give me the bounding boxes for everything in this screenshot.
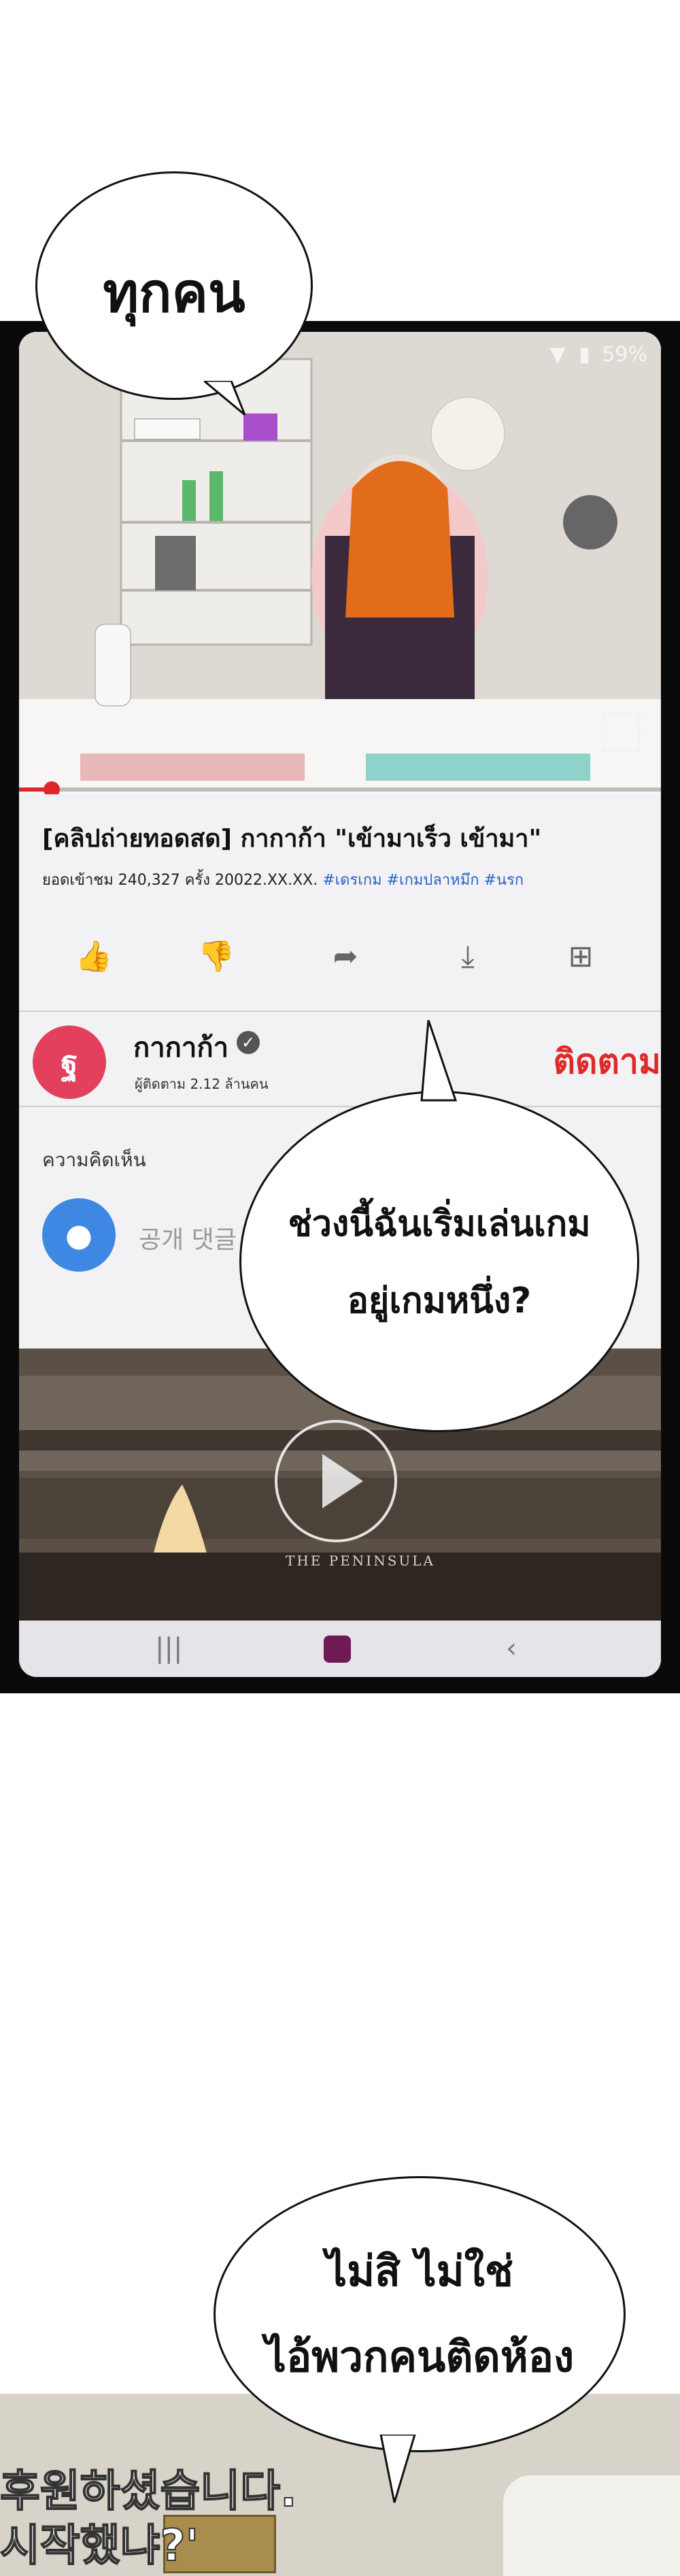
subscribe-button[interactable]: ติดตาม: [554, 1035, 661, 1089]
play-icon[interactable]: [275, 1420, 397, 1542]
comment-input[interactable]: 공개 댓글: [139, 1220, 237, 1255]
speech-bubble-bottom: ไม่สิ ไม่ใช่ ไอ้พวกคนติดห้อง: [214, 2176, 626, 2452]
speech-text: ช่วงนี้ฉันเริ่มเล่นเกม: [288, 1204, 591, 1244]
divider: [19, 1106, 661, 1107]
fullscreen-icon[interactable]: [601, 713, 641, 752]
save-icon[interactable]: ⊞: [560, 936, 601, 977]
download-icon[interactable]: ⤓: [447, 936, 488, 977]
dislike-icon[interactable]: 👎: [196, 936, 237, 977]
status-bar: ▼ ▮ 59%: [550, 343, 647, 367]
speech-text: อยู่เกมหนึ่ง?: [347, 1281, 532, 1321]
subscriber-count: ผู้ติดตาม 2.12 ล้านคน: [135, 1076, 269, 1092]
home-icon[interactable]: [324, 1636, 351, 1663]
streamer-scene: [19, 332, 661, 794]
wifi-icon: ▼: [549, 343, 566, 367]
play-triangle: [322, 1454, 363, 1508]
korean-overlay-text: 시작했냐?': [0, 2520, 199, 2572]
next-video-caption: THE PENINSULA: [286, 1553, 435, 1569]
speech-bubble-middle: ช่วงนี้ฉันเริ่มเล่นเกม อยู่เกมหนึ่ง?: [239, 1091, 639, 1432]
speech-text: ไม่สิ ไม่ใช่: [326, 2246, 513, 2296]
phone-screen: ▼ ▮ 59% [คลิปถ่ายทอดสด] กากาก้า "เข้ามาเ…: [19, 332, 661, 1677]
comments-heading: ความคิดเห็น: [42, 1149, 146, 1171]
video-meta: ยอดเข้าชม 240,327 ครั้ง 20022.XX.XX. #เด…: [42, 868, 524, 892]
speech-bubble-tail: [204, 381, 246, 416]
speech-text: ไอ้พวกคนติดห้อง: [265, 2332, 575, 2382]
user-icon: ●: [42, 1198, 116, 1272]
bottom-card: [503, 2475, 680, 2576]
speech-text: ทุกคน: [103, 260, 245, 324]
verified-icon: ✓: [237, 1031, 260, 1054]
recents-icon[interactable]: |||: [155, 1633, 182, 1664]
share-icon[interactable]: ➦: [325, 936, 366, 977]
video-title: [คลิปถ่ายทอดสด] กากาก้า "เข้ามาเร็ว เข้า…: [42, 825, 542, 853]
channel-avatar[interactable]: ฐ: [33, 1026, 106, 1099]
speech-bubble-top: ทุกคน: [35, 171, 313, 400]
channel-row: ฐ กากาก้า ✓ ผู้ติดตาม 2.12 ล้านคน ติดตาม: [19, 1011, 661, 1106]
hashtags[interactable]: #เดรเกม #เกมปลาหมึก #นรก: [322, 872, 524, 889]
back-icon[interactable]: ‹: [506, 1633, 517, 1664]
progress-bar[interactable]: [19, 781, 661, 798]
action-bar: 👍 👎 ➦ ⤓ ⊞: [19, 910, 661, 992]
channel-name[interactable]: กากาก้า: [133, 1026, 228, 1069]
video-player[interactable]: ▼ ▮ 59%: [19, 332, 661, 798]
battery-level: 59%: [602, 343, 647, 367]
view-count: ยอดเข้าชม 240,327 ครั้ง 20022.XX.XX.: [42, 872, 318, 889]
like-icon[interactable]: 👍: [73, 936, 114, 977]
korean-overlay-text: 후원하셨습니다.: [0, 2466, 297, 2518]
android-nav-bar: ||| ‹: [19, 1621, 661, 1677]
speech-bubble-tail: [379, 2435, 416, 2503]
signal-icon: ▮: [579, 343, 590, 367]
speech-bubble-tail: [420, 1020, 458, 1102]
